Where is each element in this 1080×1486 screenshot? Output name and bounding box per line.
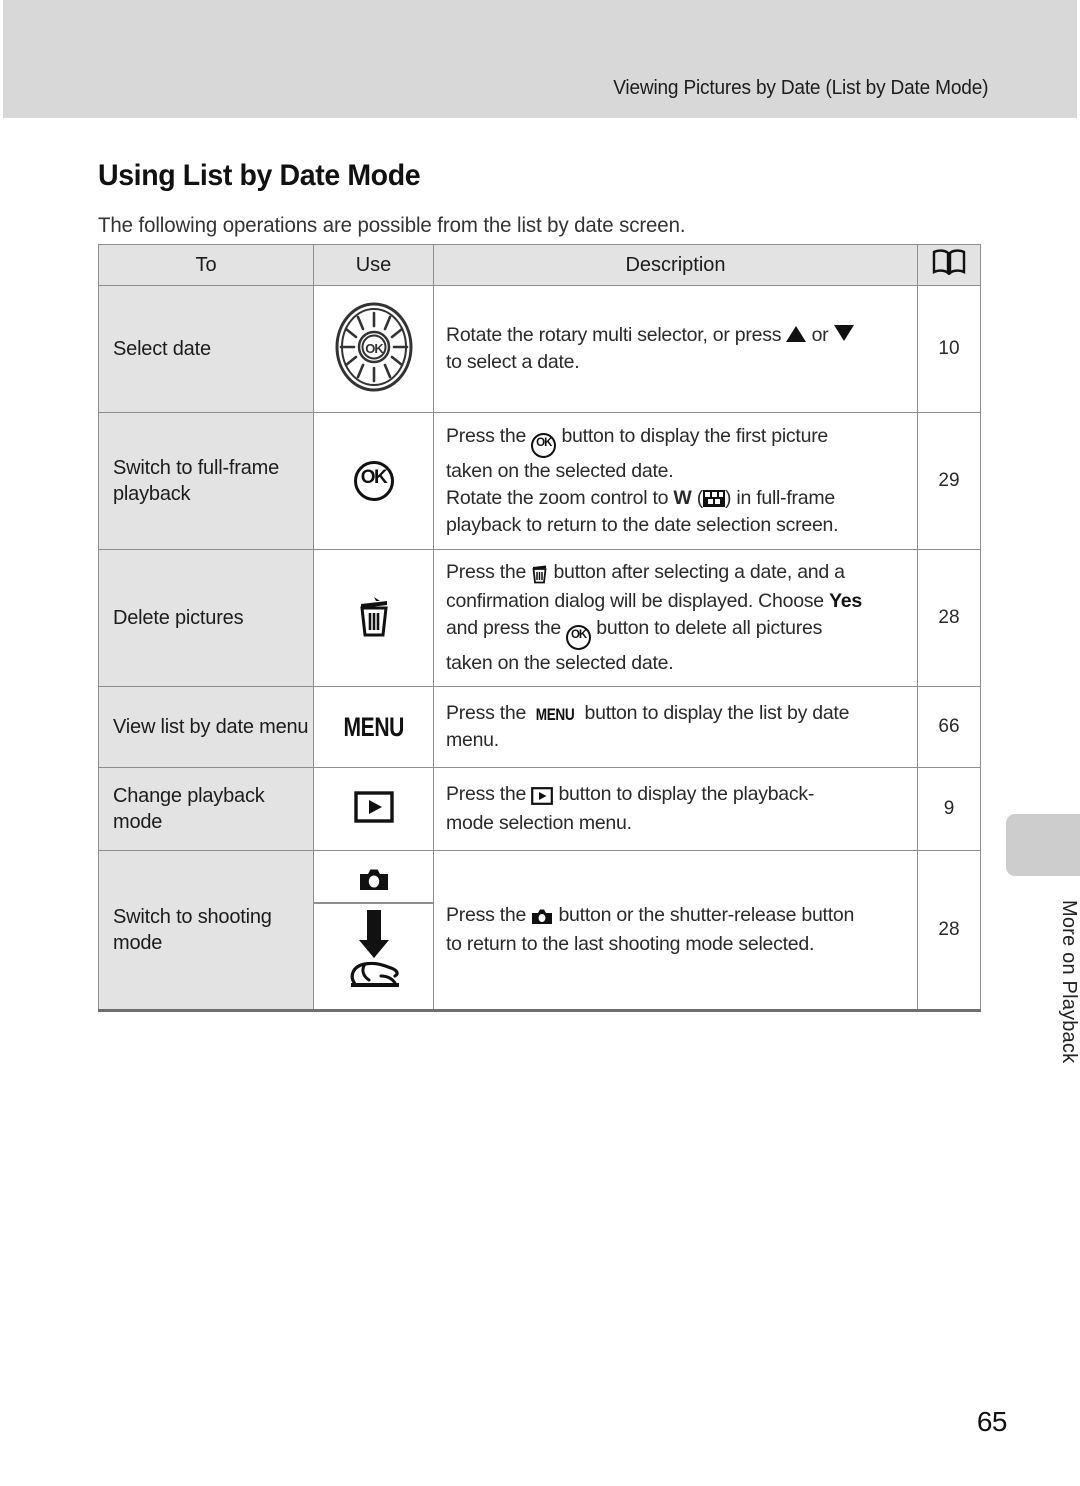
row-use-icon-cell <box>313 767 434 851</box>
row-reference-page: 29 <box>917 412 981 550</box>
row-label-view-list-menu: View list by date menu <box>98 686 314 768</box>
desc-text: to return to the last shooting mode sele… <box>446 933 815 955</box>
column-header-use: Use <box>313 244 434 286</box>
row-reference-page: 28 <box>917 549 981 687</box>
row-label-full-frame-playback: Switch to full-frame playback <box>98 412 314 550</box>
page-number: 65 <box>976 1406 1008 1437</box>
operations-table: To Use Description Select date OK Rotate… <box>98 244 981 1012</box>
row-label-delete-pictures: Delete pictures <box>98 549 314 687</box>
desc-text: or <box>806 324 834 347</box>
desc-text: to select a date. <box>446 351 580 373</box>
table-row: Switch to shooting mode Press the button… <box>98 850 981 1012</box>
row-use-icon-cell <box>313 549 434 687</box>
desc-text: ) in full-frame <box>724 487 835 510</box>
row-use-icon-cell: OK <box>313 285 434 413</box>
row-label-switch-shooting-mode: Switch to shooting mode <box>98 850 314 1012</box>
desc-text: Press the <box>446 904 532 927</box>
table-row: View list by date menu MENU Press the ME… <box>98 686 981 768</box>
running-header-band <box>3 0 1077 118</box>
row-reference-page: 28 <box>917 850 981 1012</box>
row-use-icon-cell: OK <box>313 412 434 550</box>
desc-text: Press the <box>446 702 532 725</box>
desc-text: button to delete all pictures <box>591 616 823 639</box>
trash-icon <box>357 596 391 642</box>
page-title: Using List by Date Mode <box>98 159 421 193</box>
camera-button-icon <box>357 867 391 898</box>
desc-text: Rotate the zoom control to <box>446 487 674 510</box>
desc-text: confirmation dialog will be displayed. C… <box>446 590 830 613</box>
row-description-delete-pictures: Press the button after selecting a date,… <box>433 549 918 687</box>
table-row: Switch to full-frame playback OK Press t… <box>98 412 981 550</box>
intro-paragraph: The following operations are possible fr… <box>98 212 686 237</box>
column-header-reference <box>917 244 981 286</box>
chapter-thumb-tab-label: More on Playback <box>1058 900 1080 1064</box>
row-description-select-date: Rotate the rotary multi selector, or pre… <box>433 285 918 413</box>
zoom-wide-label: W <box>673 487 692 510</box>
desc-text: button to display the first picture <box>556 425 829 448</box>
shutter-release-press-icon <box>341 906 407 997</box>
desc-text: ( <box>691 487 704 510</box>
shutter-release-subcell <box>314 904 433 998</box>
row-reference-page: 9 <box>917 767 981 851</box>
menu-button-icon: MENU <box>343 711 404 742</box>
desc-text: Press the <box>446 783 532 806</box>
playback-button-icon <box>353 790 394 827</box>
column-header-to: To <box>98 244 314 286</box>
desc-text: taken on the selected date. <box>446 460 674 483</box>
row-description-full-frame-playback: Press the OK button to display the first… <box>433 412 918 550</box>
table-row: Select date OK Rotate the rotary multi s… <box>98 285 981 413</box>
row-use-icon-cell <box>313 850 434 1012</box>
rotary-multi-selector-icon: OK <box>334 302 414 397</box>
row-use-icon-cell: MENU <box>313 686 434 768</box>
desc-text: playback to return to the date selection… <box>446 513 839 536</box>
menu-button-icon: MENU <box>536 705 575 725</box>
ok-button-icon: OK <box>566 624 592 650</box>
table-row: Delete pictures Press the button after s… <box>98 549 981 687</box>
book-icon <box>932 249 966 280</box>
document-page: Viewing Pictures by Date (List by Date M… <box>0 0 1080 1486</box>
desc-text: button to display the list by date <box>579 702 850 725</box>
desc-text: menu. <box>446 729 499 751</box>
desc-text: button after selecting a date, and a <box>548 561 845 584</box>
desc-text: mode selection menu. <box>446 812 632 834</box>
row-reference-page: 10 <box>917 285 981 413</box>
row-description-view-list-menu: Press the MENU button to display the lis… <box>433 686 918 768</box>
row-reference-page: 66 <box>917 686 981 768</box>
desc-emphasis-yes: Yes <box>829 590 862 613</box>
desc-text: button or the shutter-release button <box>553 904 855 927</box>
camera-button-icon <box>531 904 553 931</box>
camera-icon-subcell <box>314 862 433 904</box>
row-description-change-playback-mode: Press the button to display the playback… <box>433 767 918 851</box>
svg-text:OK: OK <box>365 341 384 356</box>
table-row: Change playback mode Press the button to… <box>98 767 981 851</box>
arrow-up-icon <box>786 326 807 343</box>
table-header-row: To Use Description <box>98 244 981 286</box>
row-label-change-playback-mode: Change playback mode <box>98 767 314 851</box>
desc-text: taken on the selected date. <box>446 651 674 674</box>
chapter-thumb-tab <box>1006 814 1080 876</box>
playback-button-icon <box>531 783 554 810</box>
desc-text: Press the <box>446 561 532 584</box>
row-description-switch-shooting-mode: Press the button or the shutter-release … <box>433 850 918 1012</box>
column-header-description: Description <box>433 244 918 286</box>
thumbnail-view-icon <box>702 490 725 508</box>
desc-text: Press the <box>446 425 532 448</box>
trash-icon <box>531 561 548 588</box>
desc-text: Rotate the rotary multi selector, or pre… <box>446 324 787 347</box>
running-header-title: Viewing Pictures by Date (List by Date M… <box>612 76 988 99</box>
ok-button-icon: OK <box>353 461 394 501</box>
desc-text: button to display the playback- <box>553 783 815 806</box>
desc-text: and press the <box>446 616 567 639</box>
ok-button-icon: OK <box>531 433 557 459</box>
arrow-down-icon <box>833 325 854 342</box>
row-label-select-date: Select date <box>98 285 314 413</box>
